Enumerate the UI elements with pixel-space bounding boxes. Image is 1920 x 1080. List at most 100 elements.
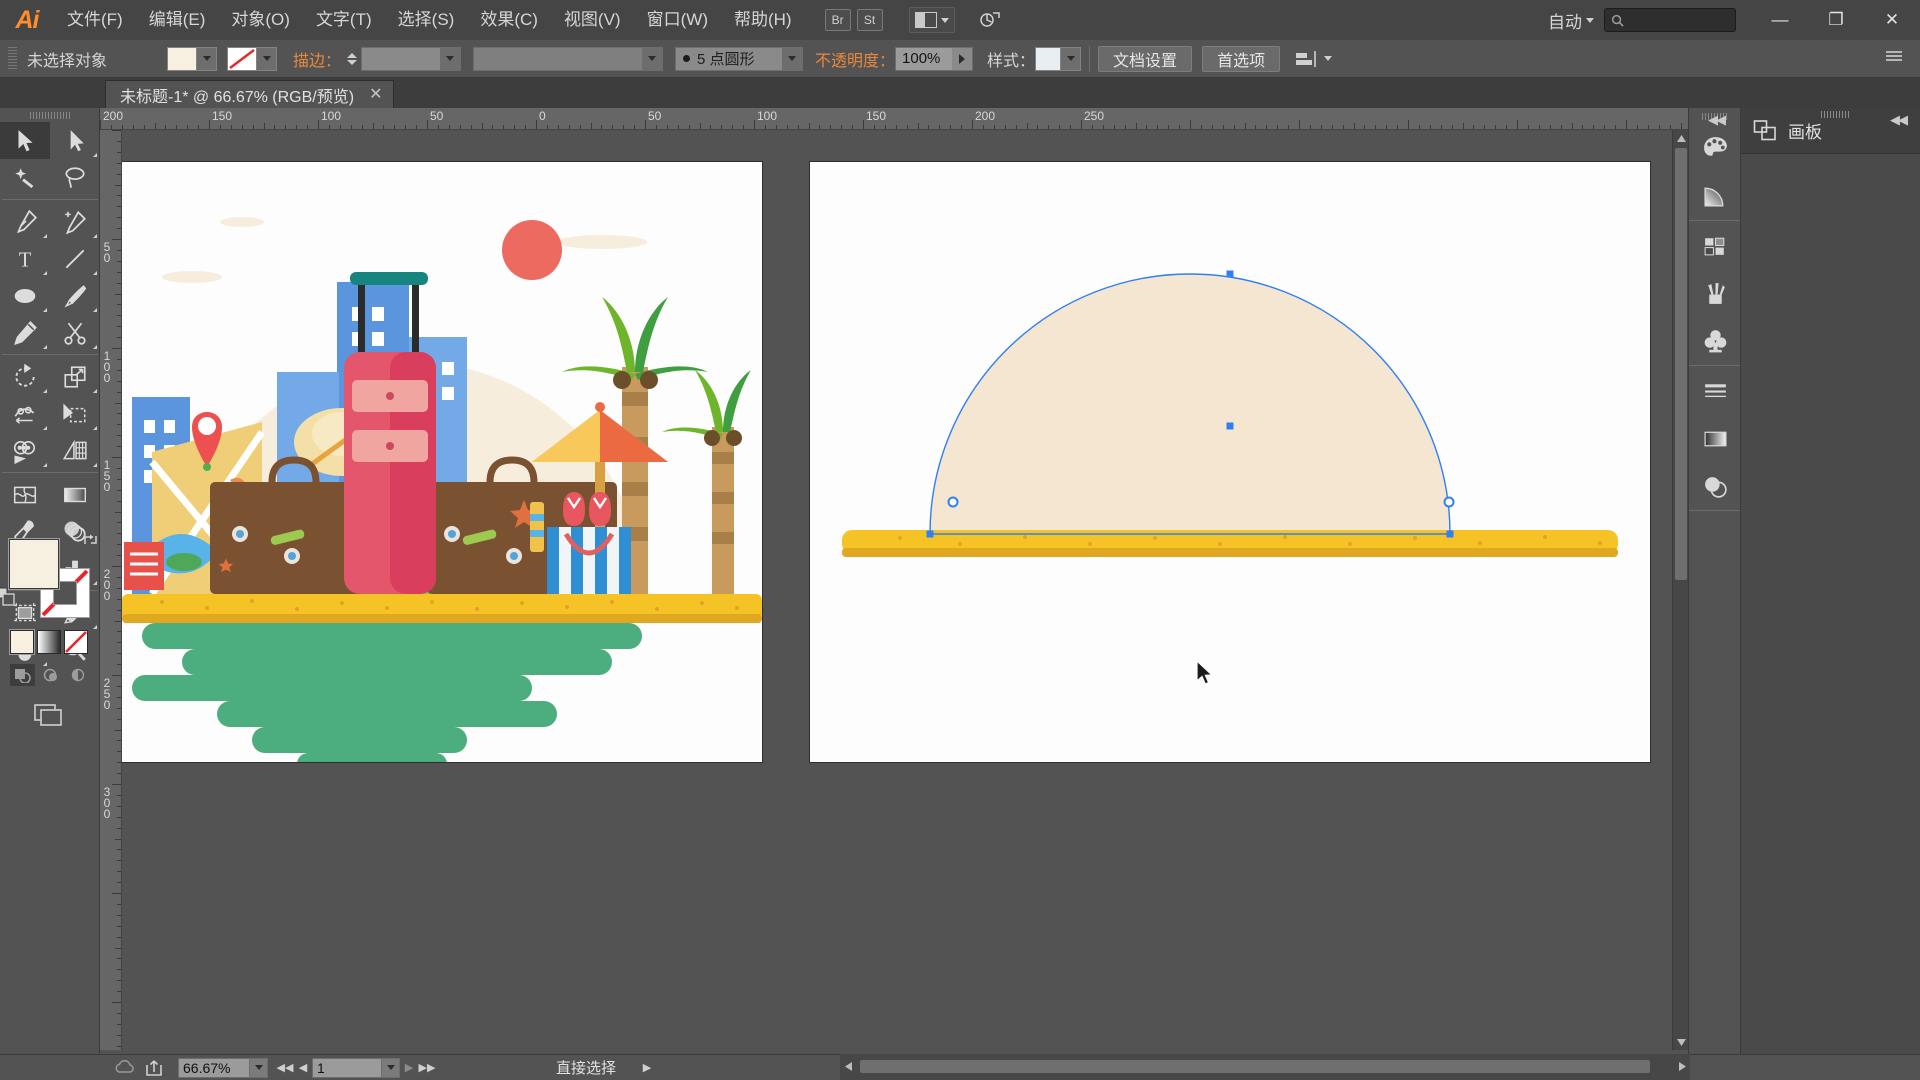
canvas-horizontal-scrollbar[interactable]: [840, 1054, 1690, 1080]
stroke-profile-combo[interactable]: [473, 46, 664, 71]
canvas-area[interactable]: [122, 130, 1690, 1050]
stroke-swatch-dropdown[interactable]: [257, 46, 277, 71]
anchor-point-right[interactable]: [1446, 530, 1454, 538]
shape-builder-tool[interactable]: [0, 432, 50, 469]
gradient-panel-icon[interactable]: [1689, 414, 1741, 462]
gradient-tool[interactable]: [50, 476, 100, 513]
menu-select[interactable]: 选择(S): [385, 0, 468, 40]
document-setup-button[interactable]: 文档设置: [1098, 45, 1193, 72]
stock-art-icon[interactable]: [975, 7, 1005, 33]
collapse-panel-rail-icon[interactable]: ◀◀: [1708, 112, 1726, 128]
rotate-tool[interactable]: [0, 358, 50, 395]
stroke-swatch-group[interactable]: [227, 46, 277, 71]
brush-definition-dropdown[interactable]: [782, 47, 803, 70]
color-fill-mode-button[interactable]: [9, 629, 35, 655]
transparency-panel-icon[interactable]: [1689, 462, 1741, 510]
share-icon[interactable]: [140, 1056, 170, 1080]
draw-normal-button[interactable]: [10, 664, 35, 686]
stroke-weight-dropdown[interactable]: [440, 47, 461, 70]
anchor-point-left[interactable]: [926, 530, 934, 538]
draw-behind-button[interactable]: [38, 664, 63, 686]
scroll-right-button[interactable]: [1674, 1059, 1690, 1074]
horizontal-scroll-thumb[interactable]: [860, 1060, 1650, 1073]
cloud-sync-icon[interactable]: [110, 1056, 140, 1080]
artboard-left[interactable]: [122, 162, 762, 775]
graphic-style-swatch[interactable]: [1035, 46, 1062, 71]
stroke-weight-stepper[interactable]: [347, 52, 358, 65]
shape-center-point[interactable]: [1226, 422, 1234, 430]
preferences-button[interactable]: 首选项: [1202, 45, 1281, 72]
artboards-panel-title[interactable]: 画板: [1788, 118, 1822, 143]
scroll-up-button[interactable]: [1673, 130, 1689, 146]
ellipse-tool[interactable]: [0, 277, 50, 314]
fill-swatch-group[interactable]: [167, 46, 217, 71]
status-text[interactable]: 直接选择: [556, 1057, 616, 1078]
toolbox-grip[interactable]: [0, 108, 99, 122]
menu-edit[interactable]: 编辑(E): [136, 0, 219, 40]
draw-inside-button[interactable]: [66, 664, 91, 686]
menu-effect[interactable]: 效果(C): [467, 0, 551, 40]
arrange-documents-button[interactable]: [908, 7, 955, 33]
vertical-scroll-thumb[interactable]: [1675, 148, 1687, 580]
default-fill-stroke-icon[interactable]: [0, 587, 16, 612]
horizontal-ruler[interactable]: 200 150 100 50 0 50 100 150 200 250: [100, 108, 1690, 130]
menu-view[interactable]: 视图(V): [551, 0, 634, 40]
control-bar-menu-button[interactable]: [1884, 49, 1904, 68]
swap-fill-stroke-icon[interactable]: [82, 532, 100, 551]
menu-type[interactable]: 文字(T): [303, 0, 385, 40]
fill-swatch[interactable]: [167, 46, 197, 71]
scissors-tool[interactable]: [50, 314, 100, 351]
scroll-left-button[interactable]: [840, 1059, 856, 1074]
none-fill-mode-button[interactable]: [64, 630, 88, 654]
type-tool[interactable]: T: [0, 240, 50, 277]
control-handle-right[interactable]: [1443, 496, 1455, 508]
stroke-weight-combo[interactable]: [361, 46, 462, 71]
stroke-profile-dropdown[interactable]: [642, 47, 663, 70]
opacity-input[interactable]: 100%: [895, 46, 974, 71]
stroke-panel-icon[interactable]: [1689, 366, 1741, 414]
align-dropdown[interactable]: [1294, 49, 1333, 69]
line-segment-tool[interactable]: [50, 240, 100, 277]
control-bar-grip[interactable]: [8, 46, 17, 71]
screen-mode-button[interactable]: [32, 700, 66, 733]
prev-artboard-button[interactable]: ◀: [294, 1057, 312, 1079]
next-artboard-button[interactable]: ▶: [400, 1057, 418, 1079]
panel-grip[interactable]: [1821, 111, 1851, 118]
stock-button[interactable]: St: [856, 9, 883, 31]
scale-tool[interactable]: [50, 358, 100, 395]
color-panel-icon[interactable]: [1689, 124, 1741, 172]
artboard-number-input[interactable]: 1: [312, 1057, 382, 1078]
graphic-style-dropdown[interactable]: [1061, 46, 1082, 71]
free-transform-tool[interactable]: [50, 395, 100, 432]
workspace-chevron-icon[interactable]: [1586, 17, 1594, 23]
symbols-panel-icon[interactable]: [1689, 317, 1741, 365]
document-tab-close-icon[interactable]: ✕: [366, 86, 385, 103]
color-guide-panel-icon[interactable]: [1689, 172, 1741, 220]
pen-tool[interactable]: [0, 203, 50, 240]
menu-object[interactable]: 对象(O): [218, 0, 303, 40]
status-menu-button[interactable]: ▶: [638, 1057, 656, 1079]
close-button[interactable]: ✕: [1864, 0, 1920, 40]
workspace-switcher-label[interactable]: 自动: [1548, 8, 1582, 33]
artboard-right[interactable]: [810, 162, 1650, 762]
bridge-button[interactable]: Br: [824, 9, 851, 31]
restore-button[interactable]: ❐: [1808, 0, 1864, 40]
last-artboard-button[interactable]: ▶▶: [418, 1057, 436, 1079]
magic-wand-tool[interactable]: [0, 159, 50, 196]
perspective-grid-tool[interactable]: [50, 432, 100, 469]
pencil-tool[interactable]: [0, 314, 50, 351]
selection-tool[interactable]: [0, 122, 50, 159]
document-tab[interactable]: 未标题-1* @ 66.67% (RGB/预览) ✕: [105, 80, 395, 108]
fill-swatch-dropdown[interactable]: [197, 46, 217, 71]
swatches-panel-icon[interactable]: [1689, 221, 1741, 269]
control-handle-left[interactable]: [947, 496, 959, 508]
add-anchor-point-tool[interactable]: [50, 203, 100, 240]
gradient-fill-mode-button[interactable]: [37, 630, 61, 654]
direct-selection-tool[interactable]: [50, 122, 100, 159]
artboards-panel-body[interactable]: [1741, 154, 1920, 1068]
brush-definition-combo[interactable]: 5 点圆形: [675, 46, 804, 71]
collapse-dock-icon[interactable]: ◀◀: [1890, 112, 1908, 128]
zoom-level-dropdown[interactable]: [250, 1057, 268, 1078]
paintbrush-tool[interactable]: [50, 277, 100, 314]
menu-file[interactable]: 文件(F): [54, 0, 136, 40]
